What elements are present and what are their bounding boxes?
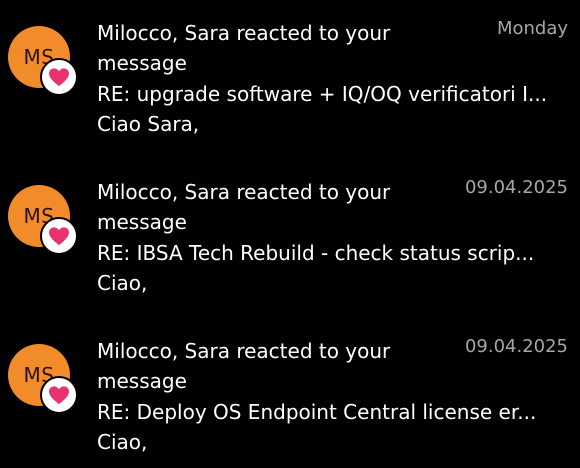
message-date: Monday xyxy=(496,18,568,39)
message-preview: Ciao Sara, xyxy=(97,112,200,136)
reaction-badge xyxy=(40,58,78,96)
list-item[interactable]: MS Milocco, Sara reacted to your message… xyxy=(0,318,580,468)
message-date: 09.04.2025 xyxy=(464,336,568,357)
list-item[interactable]: MS Milocco, Sara reacted to your message… xyxy=(0,0,580,150)
message-preview: Ciao, xyxy=(97,271,148,295)
message-title: Milocco, Sara reacted to your message xyxy=(97,180,391,234)
message-list: MS Milocco, Sara reacted to your message… xyxy=(0,0,580,468)
message-title: Milocco, Sara reacted to your message xyxy=(97,21,391,75)
reaction-badge xyxy=(40,376,78,414)
heart-icon xyxy=(49,386,69,405)
message-date: 09.04.2025 xyxy=(464,177,568,198)
heart-icon xyxy=(49,68,69,87)
message-subject: RE: upgrade software + IQ/OQ verificator… xyxy=(97,82,548,106)
message-preview: Ciao, xyxy=(97,430,148,454)
list-item[interactable]: MS Milocco, Sara reacted to your message… xyxy=(0,159,580,309)
reaction-badge xyxy=(40,217,78,255)
heart-icon xyxy=(49,227,69,246)
message-subject: RE: IBSA Tech Rebuild - check status scr… xyxy=(97,241,535,265)
message-title: Milocco, Sara reacted to your message xyxy=(97,339,391,393)
message-subject: RE: Deploy OS Endpoint Central license e… xyxy=(97,400,537,424)
